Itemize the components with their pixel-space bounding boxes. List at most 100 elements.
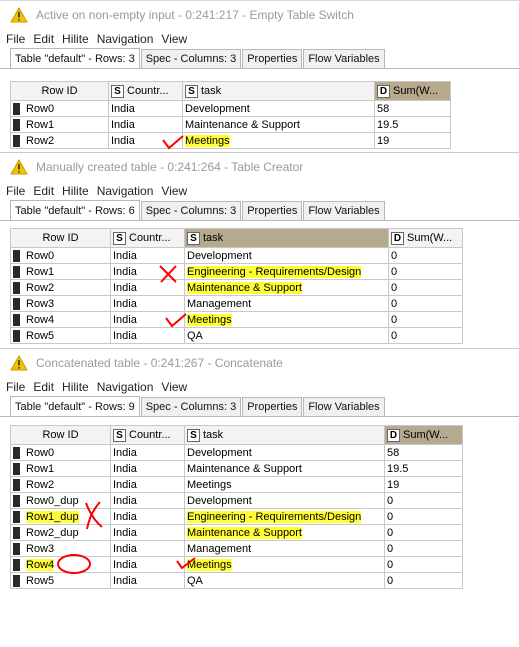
table-row[interactable]: Row3 India Management 0: [10, 295, 463, 312]
row-id-cell: Row0: [10, 100, 109, 117]
sum-cell: 19: [384, 476, 463, 493]
menu-view[interactable]: View: [161, 184, 187, 198]
column-header-country[interactable]: S Countr...: [108, 81, 183, 101]
row-marker: [13, 313, 20, 326]
menu-file[interactable]: File: [6, 380, 25, 394]
row-id: Row2_dup: [26, 526, 79, 539]
row-marker: [13, 558, 20, 571]
table-row[interactable]: Row5 India QA 0: [10, 572, 463, 589]
tab-table[interactable]: Table "default" - Rows: 6: [10, 200, 140, 220]
table-row[interactable]: Row2 India Meetings 19: [10, 132, 451, 149]
table-header-row: Row ID S Countr... Stask D Sum(W...: [10, 228, 463, 248]
tab-table[interactable]: Table "default" - Rows: 9: [10, 396, 140, 416]
menu-edit[interactable]: Edit: [33, 184, 54, 198]
title-bar[interactable]: Manually created table - 0:241:264 - Tab…: [0, 153, 519, 181]
column-header-rowid[interactable]: Row ID: [10, 425, 111, 445]
table-row[interactable]: Row5 India QA 0: [10, 327, 463, 344]
table-row[interactable]: Row0 India Development 0: [10, 247, 463, 264]
table-row[interactable]: Row4 India Meetings 0: [10, 556, 463, 573]
column-header-task[interactable]: Stask: [182, 81, 375, 101]
column-header-rowid[interactable]: Row ID: [10, 228, 111, 248]
menu-navigation[interactable]: Navigation: [97, 32, 154, 46]
table-row[interactable]: Row0 India Development 58: [10, 100, 451, 117]
table-row[interactable]: Row3 India Management 0: [10, 540, 463, 557]
menu-navigation[interactable]: Navigation: [97, 184, 154, 198]
row-id-cell: Row2_dup: [10, 524, 111, 541]
column-header-task[interactable]: Stask: [184, 425, 385, 445]
tab-table[interactable]: Table "default" - Rows: 3: [10, 48, 140, 68]
table-row[interactable]: Row2_dup India Maintenance & Support 0: [10, 524, 463, 541]
table-row[interactable]: Row2 India Meetings 19: [10, 476, 463, 493]
row-id-cell: Row0: [10, 444, 111, 461]
sum-cell: 0: [388, 311, 463, 328]
row-marker: [13, 478, 20, 491]
column-header-rowid[interactable]: Row ID: [10, 81, 109, 101]
warning-icon: [10, 159, 28, 175]
menu-view[interactable]: View: [161, 380, 187, 394]
tab-bar: Table "default" - Rows: 6 Spec - Columns…: [0, 200, 519, 221]
row-marker: [13, 265, 20, 278]
row-marker: [13, 134, 20, 147]
table-row[interactable]: Row1 India Maintenance & Support 19.5: [10, 460, 463, 477]
string-type-icon: S: [187, 231, 200, 245]
column-header-sum[interactable]: D Sum(W...: [374, 81, 451, 101]
menu-hilite[interactable]: Hilite: [62, 32, 89, 46]
column-header-sum[interactable]: D Sum(W...: [388, 228, 463, 248]
row-id-cell: Row3: [10, 540, 111, 557]
column-header-country[interactable]: S Countr...: [110, 228, 185, 248]
row-id: Row3: [26, 542, 55, 555]
sum-cell: 0: [388, 279, 463, 296]
table-row[interactable]: Row4 India Meetings 0: [10, 311, 463, 328]
data-table: Row ID S Countr... Stask D Sum(W... Row0 I…: [10, 228, 463, 344]
tab-flow-variables[interactable]: Flow Variables: [303, 397, 385, 416]
warning-icon: [10, 7, 28, 23]
task-text: Meetings: [187, 313, 232, 326]
column-label: Countr...: [129, 232, 171, 244]
tab-flow-variables[interactable]: Flow Variables: [303, 49, 385, 68]
task-cell: QA: [184, 327, 389, 344]
sum-cell: 0: [384, 508, 463, 525]
menu-edit[interactable]: Edit: [33, 380, 54, 394]
tab-properties[interactable]: Properties: [242, 49, 303, 68]
tab-spec[interactable]: Spec - Columns: 3: [140, 201, 242, 220]
column-header-task[interactable]: Stask: [184, 228, 389, 248]
window-title: Concatenated table - 0:241:267 - Concate…: [36, 356, 283, 370]
table-row[interactable]: Row1 India Maintenance & Support 19.5: [10, 116, 451, 133]
row-id-cell: Row1: [10, 116, 109, 133]
table-row[interactable]: Row1_dup India Engineering - Requirement…: [10, 508, 463, 525]
column-header-country[interactable]: S Countr...: [110, 425, 185, 445]
task-text: Maintenance & Support: [187, 526, 302, 539]
task-cell: Development: [184, 444, 385, 461]
tab-flow-variables[interactable]: Flow Variables: [303, 201, 385, 220]
string-type-icon: S: [113, 231, 126, 245]
menu-navigation[interactable]: Navigation: [97, 380, 154, 394]
tab-properties[interactable]: Properties: [242, 201, 303, 220]
column-header-sum[interactable]: D Sum(W...: [384, 425, 463, 445]
menu-file[interactable]: File: [6, 32, 25, 46]
menu-hilite[interactable]: Hilite: [62, 380, 89, 394]
task-cell: Development: [182, 100, 375, 117]
task-cell: Management: [184, 540, 385, 557]
country-cell: India: [110, 492, 185, 509]
table-row[interactable]: Row1 India Engineering - Requirements/De…: [10, 263, 463, 280]
sum-cell: 0: [384, 540, 463, 557]
title-bar[interactable]: Concatenated table - 0:241:267 - Concate…: [0, 349, 519, 377]
title-bar[interactable]: Active on non-empty input - 0:241:217 - …: [0, 1, 519, 29]
country-cell: India: [108, 132, 183, 149]
table-header-row: Row ID S Countr... Stask D Sum(W...: [10, 81, 451, 101]
table-row[interactable]: Row0_dup India Development 0: [10, 492, 463, 509]
table-row[interactable]: Row0 India Development 58: [10, 444, 463, 461]
tab-properties[interactable]: Properties: [242, 397, 303, 416]
menu-hilite[interactable]: Hilite: [62, 184, 89, 198]
tab-spec[interactable]: Spec - Columns: 3: [140, 397, 242, 416]
country-cell: India: [110, 295, 185, 312]
task-cell-highlighted: Maintenance & Support: [184, 279, 389, 296]
menu-file[interactable]: File: [6, 184, 25, 198]
task-cell: Meetings: [184, 476, 385, 493]
table-row[interactable]: Row2 India Maintenance & Support 0: [10, 279, 463, 296]
row-id-cell: Row2: [10, 132, 109, 149]
menu-edit[interactable]: Edit: [33, 32, 54, 46]
task-cell: QA: [184, 572, 385, 589]
menu-view[interactable]: View: [161, 32, 187, 46]
tab-spec[interactable]: Spec - Columns: 3: [140, 49, 242, 68]
